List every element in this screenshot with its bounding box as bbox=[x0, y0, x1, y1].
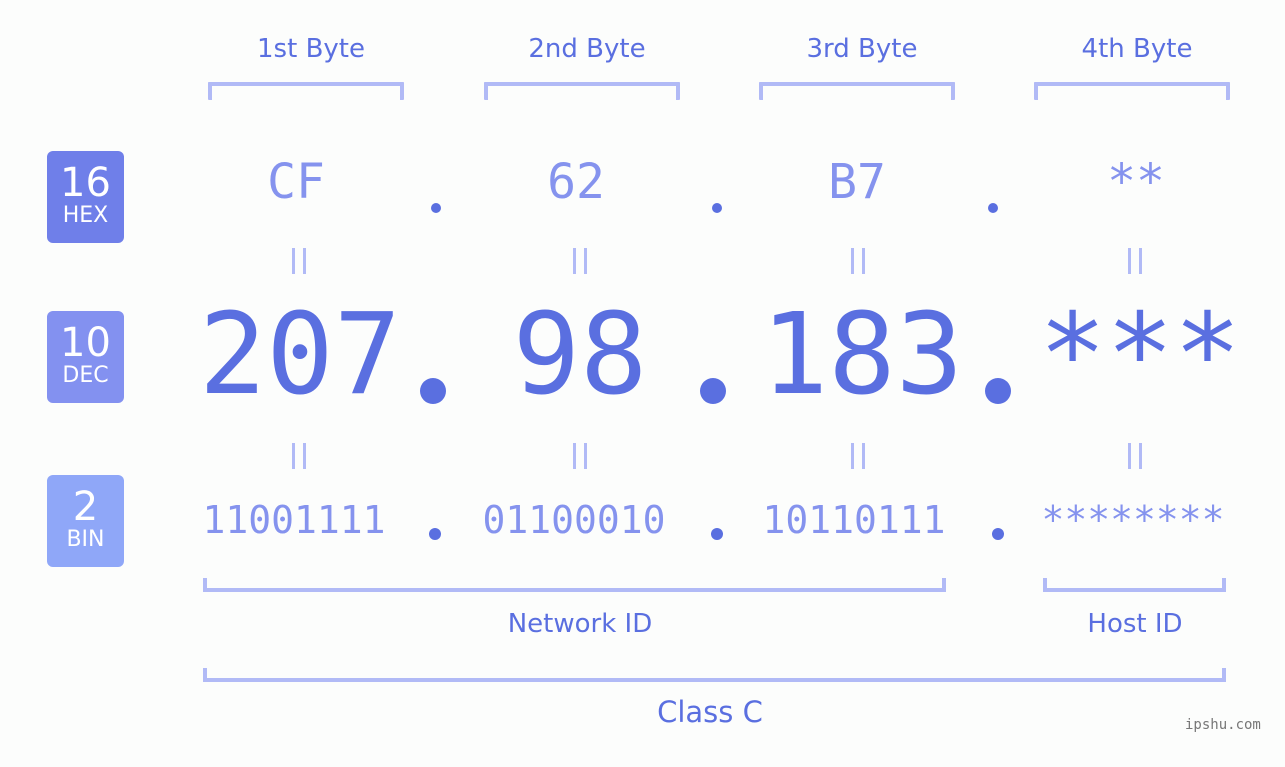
hex-base: 16 bbox=[60, 160, 111, 206]
dec-dot-1 bbox=[420, 378, 446, 404]
class-label: Class C bbox=[657, 695, 763, 729]
dec-byte-2: 98 bbox=[512, 290, 648, 420]
equals-icon bbox=[849, 248, 867, 274]
hex-badge: 16 HEX bbox=[47, 151, 124, 243]
hex-dot-3 bbox=[988, 203, 998, 213]
byte-3-bracket bbox=[759, 82, 955, 100]
byte-1-bracket bbox=[208, 82, 404, 100]
equals-icon bbox=[1126, 248, 1144, 274]
watermark: ipshu.com bbox=[1185, 717, 1261, 733]
dec-byte-1: 207 bbox=[198, 290, 402, 420]
hex-dot-2 bbox=[712, 203, 722, 213]
hex-label: HEX bbox=[62, 203, 109, 228]
network-id-bracket bbox=[203, 578, 946, 592]
equals-icon bbox=[571, 248, 589, 274]
equals-icon bbox=[290, 248, 308, 274]
dec-label: DEC bbox=[62, 363, 109, 388]
bin-base: 2 bbox=[72, 484, 99, 530]
header-byte-4: 4th Byte bbox=[1081, 34, 1193, 64]
host-id-bracket bbox=[1043, 578, 1226, 592]
header-byte-1: 1st Byte bbox=[257, 34, 365, 64]
bin-label: BIN bbox=[66, 527, 105, 552]
equals-icon bbox=[1126, 443, 1144, 469]
equals-icon bbox=[849, 443, 867, 469]
bin-dot-2 bbox=[711, 528, 723, 540]
bin-dot-3 bbox=[992, 528, 1004, 540]
hex-dot-1 bbox=[431, 203, 441, 213]
dec-dot-3 bbox=[985, 378, 1011, 404]
bin-badge: 2 BIN bbox=[47, 475, 124, 567]
header-byte-2: 2nd Byte bbox=[528, 34, 646, 64]
host-id-label: Host ID bbox=[1087, 609, 1183, 639]
class-bracket bbox=[203, 668, 1226, 682]
bin-dot-1 bbox=[429, 528, 441, 540]
hex-byte-3: B7 bbox=[828, 154, 886, 210]
network-id-label: Network ID bbox=[507, 609, 653, 639]
bin-byte-1: 11001111 bbox=[202, 498, 386, 542]
byte-4-bracket bbox=[1034, 82, 1230, 100]
dec-badge: 10 DEC bbox=[47, 311, 124, 403]
dec-base: 10 bbox=[60, 320, 111, 366]
bin-byte-2: 01100010 bbox=[482, 498, 666, 542]
dec-dot-2 bbox=[700, 378, 726, 404]
hex-byte-1: CF bbox=[267, 154, 325, 210]
hex-byte-4: ** bbox=[1107, 154, 1165, 210]
dec-byte-3: 183 bbox=[760, 290, 964, 420]
dec-byte-4: *** bbox=[1038, 290, 1242, 420]
bin-byte-3: 10110111 bbox=[762, 498, 946, 542]
equals-icon bbox=[571, 443, 589, 469]
byte-2-bracket bbox=[484, 82, 680, 100]
equals-icon bbox=[290, 443, 308, 469]
hex-byte-2: 62 bbox=[547, 154, 605, 210]
header-byte-3: 3rd Byte bbox=[806, 34, 918, 64]
bin-byte-4: ******** bbox=[1041, 498, 1225, 542]
